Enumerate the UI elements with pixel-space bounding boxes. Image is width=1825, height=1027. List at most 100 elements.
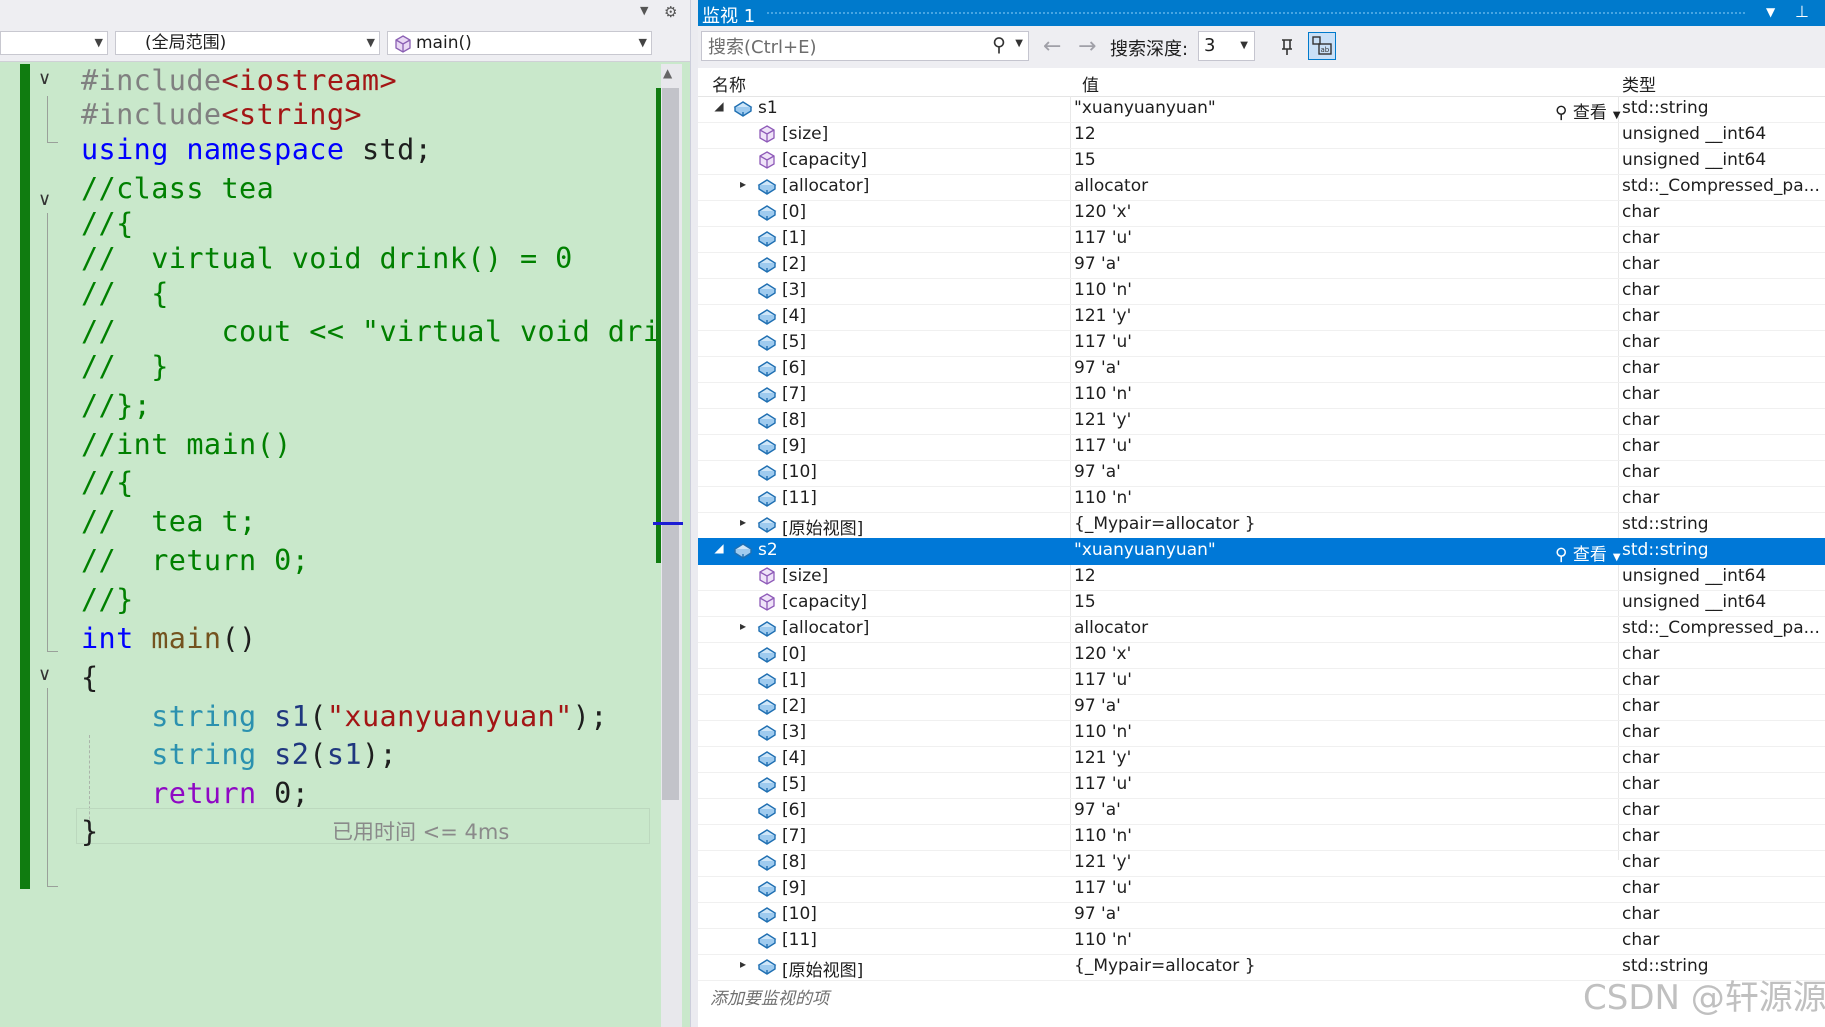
title-grip[interactable] xyxy=(766,11,1746,15)
watch-row[interactable]: [size] 12 unsigned __int64 xyxy=(698,564,1825,591)
watch-row-value[interactable]: 110 'n' xyxy=(1074,280,1132,300)
search-previous-arrow-icon[interactable]: ← xyxy=(1043,34,1061,59)
watch-row-value[interactable]: 110 'n' xyxy=(1074,488,1132,508)
watch-row[interactable]: [5] 117 'u' char xyxy=(698,330,1825,357)
expand-triangle-icon[interactable]: ▸ xyxy=(736,957,750,971)
watch-row-value[interactable]: 121 'y' xyxy=(1074,748,1131,768)
watch-row[interactable]: [11] 110 'n' char xyxy=(698,486,1825,513)
watch-row-value[interactable]: 117 'u' xyxy=(1074,878,1132,898)
fold-chevron-icon[interactable]: ∨ xyxy=(38,68,51,89)
search-icon[interactable]: ⚲ xyxy=(992,34,1006,56)
watch-row[interactable]: [7] 110 'n' char xyxy=(698,382,1825,409)
watch-row[interactable]: [8] 121 'y' char xyxy=(698,850,1825,877)
watch-row-value[interactable]: 121 'y' xyxy=(1074,410,1131,430)
code-editor[interactable]: ▼ ⚙ ▼ (全局范围) ▼ main() ▼ ⊕ ∨ ∨ ∨ #include… xyxy=(0,0,690,1027)
watch-row-value[interactable]: 97 'a' xyxy=(1074,254,1121,274)
visualizer-button[interactable]: ⚲ 查看 ▼ xyxy=(1555,98,1621,123)
watch-row[interactable]: [4] 121 'y' char xyxy=(698,746,1825,773)
watch-row-value[interactable]: 117 'u' xyxy=(1074,436,1132,456)
watch-row[interactable]: [4] 121 'y' char xyxy=(698,304,1825,331)
watch-row-value[interactable]: 12 xyxy=(1074,124,1096,144)
watch-row[interactable]: [10] 97 'a' char xyxy=(698,460,1825,487)
watch-row[interactable]: [1] 117 'u' char xyxy=(698,668,1825,695)
scope-dropdown[interactable]: (全局范围) ▼ xyxy=(115,31,380,55)
watch-row-value[interactable]: 12 xyxy=(1074,566,1096,586)
code-line[interactable]: int main() xyxy=(81,620,257,658)
hex-display-icon[interactable]: ab xyxy=(1308,32,1336,60)
code-line[interactable]: //class tea xyxy=(81,170,274,208)
watch-row[interactable]: [0] 120 'x' char xyxy=(698,642,1825,669)
fold-chevron-icon[interactable]: ∨ xyxy=(38,664,51,685)
watch-row[interactable]: [7] 110 'n' char xyxy=(698,824,1825,851)
code-line[interactable]: using namespace std; xyxy=(81,131,432,169)
visualizer-button[interactable]: ⚲ 查看 ▼ xyxy=(1555,540,1621,565)
watch-row-value[interactable]: 97 'a' xyxy=(1074,358,1121,378)
scrollbar-thumb[interactable] xyxy=(662,88,679,800)
watch-row-value[interactable]: 110 'n' xyxy=(1074,384,1132,404)
code-line[interactable]: } xyxy=(81,813,99,851)
watch-row-value[interactable]: {_Mypair=allocator } xyxy=(1074,956,1256,976)
code-line[interactable]: return 0; xyxy=(81,775,309,813)
watch-row[interactable]: ▸ [原始视图] {_Mypair=allocator } std::string xyxy=(698,512,1825,539)
watch-row[interactable]: [size] 12 unsigned __int64 xyxy=(698,122,1825,149)
watch-row-value[interactable]: 97 'a' xyxy=(1074,462,1121,482)
code-line[interactable]: // cout << "virtual void dri xyxy=(81,313,660,351)
watch-row-value[interactable]: 97 'a' xyxy=(1074,904,1121,924)
watch-row-value[interactable]: 97 'a' xyxy=(1074,800,1121,820)
watch-row[interactable]: [10] 97 'a' char xyxy=(698,902,1825,929)
search-depth-dropdown[interactable]: 3 ▼ xyxy=(1198,31,1255,61)
code-line[interactable]: // virtual void drink() = 0 xyxy=(81,240,573,278)
watch-row-value[interactable]: 121 'y' xyxy=(1074,852,1131,872)
pin-to-source-icon[interactable] xyxy=(1275,32,1303,60)
watch-row-value[interactable]: "xuanyuanyuan" xyxy=(1074,98,1216,118)
search-next-arrow-icon[interactable]: → xyxy=(1078,34,1096,59)
code-line[interactable]: string s1("xuanyuanyuan"); xyxy=(81,698,608,736)
watch-row[interactable]: [capacity] 15 unsigned __int64 xyxy=(698,590,1825,617)
watch-row[interactable]: [9] 117 'u' char xyxy=(698,876,1825,903)
watch-row-value[interactable]: 110 'n' xyxy=(1074,722,1132,742)
code-line[interactable]: //int main() xyxy=(81,426,292,464)
watch-row-value[interactable]: 121 'y' xyxy=(1074,306,1131,326)
chevron-down-icon[interactable]: ▼ xyxy=(640,4,648,17)
watch-row-value[interactable]: "xuanyuanyuan" xyxy=(1074,540,1216,560)
collapse-triangle-icon[interactable]: ◢ xyxy=(712,99,726,113)
scroll-up-icon[interactable]: ▲ xyxy=(663,66,672,80)
project-dropdown[interactable]: ▼ xyxy=(0,31,108,55)
watch-row-value[interactable]: 117 'u' xyxy=(1074,332,1132,352)
watch-row[interactable]: [6] 97 'a' char xyxy=(698,356,1825,383)
watch-row-value[interactable]: 15 xyxy=(1074,150,1096,170)
search-input[interactable] xyxy=(706,34,980,60)
chevron-down-icon[interactable]: ▼ xyxy=(1015,38,1023,49)
watch-row[interactable]: [capacity] 15 unsigned __int64 xyxy=(698,148,1825,175)
expand-triangle-icon[interactable]: ▸ xyxy=(736,619,750,633)
watch-row[interactable]: ▸ [allocator] allocator std::_Compressed_pa… xyxy=(698,174,1825,201)
watch-row[interactable]: [3] 110 'n' char xyxy=(698,278,1825,305)
watch-row-value[interactable]: 117 'u' xyxy=(1074,670,1132,690)
watch-row-value[interactable]: 120 'x' xyxy=(1074,644,1131,664)
pin-icon[interactable]: ⊥ xyxy=(1795,2,1809,21)
watch-row[interactable]: [2] 97 'a' char xyxy=(698,694,1825,721)
gear-icon[interactable]: ⚙ xyxy=(664,3,677,21)
watch-row[interactable]: [2] 97 'a' char xyxy=(698,252,1825,279)
watch-row-value[interactable]: 97 'a' xyxy=(1074,696,1121,716)
code-line[interactable]: // } xyxy=(81,348,169,386)
column-header-name[interactable]: 名称 xyxy=(712,71,746,96)
watch-row-value[interactable]: 120 'x' xyxy=(1074,202,1131,222)
watch-row[interactable]: [0] 120 'x' char xyxy=(698,200,1825,227)
watch-row-value[interactable]: allocator xyxy=(1074,618,1148,638)
fold-chevron-icon[interactable]: ∨ xyxy=(38,189,51,210)
watch-row[interactable]: [8] 121 'y' char xyxy=(698,408,1825,435)
code-line[interactable]: string s2(s1); xyxy=(81,736,397,774)
watch-row[interactable]: ◢ s2 "xuanyuanyuan" ⚲ 查看 ▼ std::string xyxy=(698,538,1825,565)
column-header-value[interactable]: 值 xyxy=(1082,71,1099,96)
watch-row-value[interactable]: {_Mypair=allocator } xyxy=(1074,514,1256,534)
watch-row-value[interactable]: allocator xyxy=(1074,176,1148,196)
watch-row-value[interactable]: 15 xyxy=(1074,592,1096,612)
watch-row[interactable]: ◢ s1 "xuanyuanyuan" ⚲ 查看 ▼ std::string xyxy=(698,96,1825,123)
watch-row-value[interactable]: 117 'u' xyxy=(1074,228,1132,248)
code-line[interactable]: //{ xyxy=(81,205,134,243)
code-line[interactable]: //}; xyxy=(81,387,151,425)
expand-triangle-icon[interactable]: ▸ xyxy=(736,177,750,191)
function-dropdown[interactable]: main() ▼ xyxy=(387,31,652,55)
code-line[interactable]: // return 0; xyxy=(81,542,309,580)
